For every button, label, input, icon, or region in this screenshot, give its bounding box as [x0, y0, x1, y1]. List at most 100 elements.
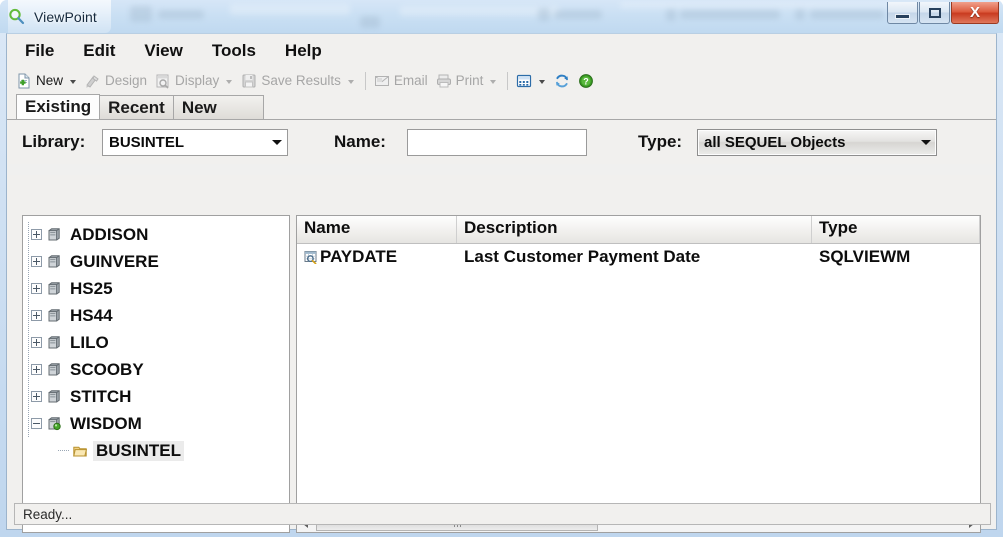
tree-node-addison[interactable]: ADDISON: [31, 221, 289, 248]
toolbar: New Design Display Save Results Email Pr…: [7, 67, 996, 94]
library-value: BUSINTEL: [109, 133, 184, 151]
menu-file[interactable]: File: [25, 41, 54, 61]
menu-tools[interactable]: Tools: [212, 41, 256, 61]
column-header-name[interactable]: Name: [297, 216, 457, 243]
folder-icon: [72, 443, 93, 459]
new-document-icon: [16, 73, 32, 89]
close-button[interactable]: X: [951, 2, 999, 24]
view-layout-dropdown-arrow[interactable]: [539, 79, 546, 84]
toolbar-email-label: Email: [393, 73, 428, 88]
display-dropdown-arrow[interactable]: [226, 79, 233, 84]
help-icon: ?: [578, 73, 594, 89]
type-combobox[interactable]: all SEQUEL Objects: [697, 128, 937, 156]
server-icon: [46, 335, 67, 351]
tree-connector-leg: [58, 450, 70, 451]
tree-node-label: SCOOBY: [70, 359, 144, 379]
server-connected-icon: [46, 416, 67, 432]
close-icon: X: [969, 4, 980, 21]
toolbar-print-button[interactable]: Print: [433, 71, 489, 91]
print-icon: [436, 73, 452, 89]
name-label: Name:: [334, 132, 386, 151]
toolbar-display-button[interactable]: Display: [152, 71, 224, 91]
tree-node-label: BUSINTEL: [93, 440, 184, 461]
toolbar-email-button[interactable]: Email: [371, 71, 433, 91]
table-row[interactable]: PAYDATE Last Customer Payment Date SQLVI…: [297, 244, 980, 269]
tree-node-label: WISDOM: [70, 413, 142, 433]
expand-icon[interactable]: [31, 256, 42, 267]
magnifier-icon: [8, 8, 25, 25]
tree-node-busintel[interactable]: BUSINTEL: [31, 437, 289, 464]
tree-node-stitch[interactable]: STITCH: [31, 383, 289, 410]
toolbar-design-label: Design: [105, 73, 148, 88]
collapse-icon[interactable]: [31, 418, 42, 429]
print-dropdown-arrow[interactable]: [490, 79, 497, 84]
expand-icon[interactable]: [31, 283, 42, 294]
chevron-down-icon: [921, 139, 931, 145]
object-list-panel[interactable]: Name Description Type PAYDATE Last Custo…: [296, 215, 981, 533]
maximize-icon: [928, 7, 941, 18]
toolbar-save-results-label: Save Results: [261, 73, 341, 88]
tree-node-label: HS25: [70, 278, 113, 298]
status-text: Ready...: [23, 506, 73, 522]
name-input[interactable]: [407, 128, 587, 156]
tree-node-lilo[interactable]: LILO: [31, 329, 289, 356]
tree-node-hs25[interactable]: HS25: [31, 275, 289, 302]
title-bar: ViewPoint X: [0, 0, 1003, 33]
expand-icon[interactable]: [31, 310, 42, 321]
window-title-group: ViewPoint: [8, 0, 111, 33]
tab-existing[interactable]: Existing: [16, 94, 101, 119]
menu-view[interactable]: View: [144, 41, 182, 61]
toolbar-view-layout-button[interactable]: [513, 71, 537, 91]
new-dropdown-arrow[interactable]: [70, 79, 77, 84]
expand-icon[interactable]: [31, 364, 42, 375]
save-icon: [241, 73, 257, 89]
toolbar-save-results-button[interactable]: Save Results: [238, 71, 346, 91]
object-name: PAYDATE: [320, 246, 398, 266]
toolbar-separator-1: [364, 71, 366, 90]
tree-connector-line: [28, 222, 29, 438]
sql-view-icon: [304, 250, 318, 264]
menu-help[interactable]: Help: [285, 41, 322, 61]
design-icon: [85, 73, 101, 89]
tab-new[interactable]: New: [172, 95, 264, 119]
tree-node-hs44[interactable]: HS44: [31, 302, 289, 329]
expand-icon[interactable]: [31, 337, 42, 348]
cell-name: PAYDATE: [297, 247, 457, 267]
cell-description: Last Customer Payment Date: [464, 246, 701, 266]
tree-node-guinvere[interactable]: GUINVERE: [31, 248, 289, 275]
tree-node-label: ADDISON: [70, 224, 149, 244]
tree-node-label: LILO: [70, 332, 109, 352]
chevron-down-icon: [272, 139, 282, 145]
email-icon: [374, 73, 390, 89]
toolbar-design-button[interactable]: Design: [82, 71, 152, 91]
library-combobox[interactable]: BUSINTEL: [102, 128, 288, 156]
expand-icon[interactable]: [31, 229, 42, 240]
server-icon: [46, 227, 67, 243]
window-title: ViewPoint: [34, 8, 97, 25]
type-label: Type:: [638, 132, 683, 151]
toolbar-refresh-button[interactable]: [551, 71, 575, 91]
svg-text:?: ?: [584, 76, 590, 86]
window-controls: X: [887, 2, 999, 27]
tree-node-scooby[interactable]: SCOOBY: [31, 356, 289, 383]
column-header-type[interactable]: Type: [812, 216, 980, 243]
server-icon: [46, 362, 67, 378]
tab-recent[interactable]: Recent: [99, 95, 174, 119]
server-icon: [46, 281, 67, 297]
column-header-description[interactable]: Description: [457, 216, 812, 243]
tree-node-wisdom[interactable]: WISDOM: [31, 410, 289, 437]
toolbar-new-button[interactable]: New: [13, 71, 68, 91]
toolbar-separator-2: [507, 71, 509, 90]
expand-icon[interactable]: [31, 391, 42, 402]
status-bar: Ready...: [14, 503, 991, 525]
menu-edit[interactable]: Edit: [83, 41, 115, 61]
minimize-button[interactable]: [887, 2, 918, 24]
save-results-dropdown-arrow[interactable]: [347, 79, 354, 84]
toolbar-help-button[interactable]: ?: [575, 71, 599, 91]
library-tree-panel[interactable]: ADDISON GUINVERE HS25 HS44 LILO SCOOBY S…: [22, 215, 290, 533]
maximize-button[interactable]: [919, 2, 950, 24]
filter-bar: Library: BUSINTEL Name: Type: all SEQUEL…: [7, 119, 996, 164]
application-window: ViewPoint X File Edit View Tools Help Ne…: [0, 0, 1003, 537]
cell-type: SQLVIEWM: [819, 246, 911, 266]
tree-node-label: STITCH: [70, 386, 132, 406]
